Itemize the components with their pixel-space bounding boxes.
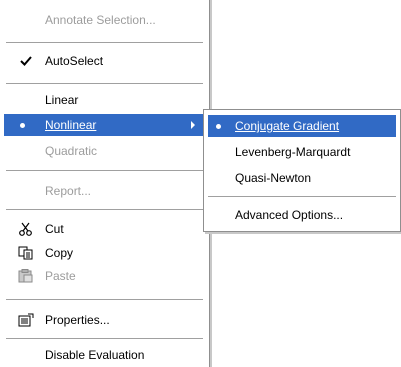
menu-separator — [6, 209, 203, 210]
menu-item-label: Cut — [45, 222, 64, 236]
menu-separator — [6, 170, 203, 171]
menu-item-cut[interactable]: Cut — [0, 218, 209, 240]
menu-separator — [208, 196, 396, 197]
menu-separator — [6, 42, 203, 43]
menu-item-label: Linear — [45, 93, 79, 107]
menu-item-label: Levenberg-Marquardt — [235, 145, 351, 159]
menu-item-label: Properties... — [45, 313, 110, 327]
menu-item-label: Conjugate Gradient — [235, 119, 340, 133]
menu-item-label: Nonlinear — [45, 118, 97, 132]
menu-item-quadratic[interactable]: Quadratic — [0, 140, 209, 162]
properties-icon — [18, 313, 34, 327]
bullet-icon — [216, 124, 221, 129]
menu-item-label: Quadratic — [45, 144, 98, 158]
menu-separator — [6, 299, 203, 300]
menu-item-autoselect[interactable]: AutoSelect — [0, 50, 209, 72]
bullet-icon — [20, 123, 25, 128]
menu-item-nonlinear[interactable]: Nonlinear — [4, 114, 205, 136]
check-icon — [20, 56, 32, 66]
menu-item-paste[interactable]: Paste — [0, 265, 209, 287]
submenu-item-levenberg-marquardt[interactable]: Levenberg-Marquardt — [204, 141, 400, 163]
menu-item-label: Copy — [45, 246, 74, 260]
menu-item-label: AutoSelect — [45, 54, 104, 68]
submenu-item-conjugate-gradient[interactable]: Conjugate Gradient — [208, 115, 396, 137]
menu-item-copy[interactable]: Copy — [0, 242, 209, 264]
paste-icon — [18, 269, 33, 283]
menu-item-disable-evaluation[interactable]: Disable Evaluation — [0, 344, 209, 366]
menu-item-annotate-selection[interactable]: Annotate Selection... — [0, 9, 209, 31]
context-menu: Annotate Selection... AutoSelect Linear … — [0, 0, 212, 367]
menu-separator — [6, 83, 203, 84]
menu-item-label: Quasi-Newton — [235, 171, 312, 185]
menu-item-properties[interactable]: Properties... — [0, 309, 209, 331]
menu-item-linear[interactable]: Linear — [0, 89, 209, 111]
menu-item-report[interactable]: Report... — [0, 180, 209, 202]
menu-item-label: Advanced Options... — [235, 208, 344, 222]
menu-item-label: Report... — [45, 184, 92, 198]
nonlinear-submenu: Conjugate Gradient Levenberg-Marquardt Q… — [203, 109, 401, 232]
scissors-icon — [19, 222, 32, 236]
copy-icon — [18, 246, 33, 260]
submenu-item-quasi-newton[interactable]: Quasi-Newton — [204, 167, 400, 189]
menu-item-label: Annotate Selection... — [45, 13, 156, 27]
submenu-item-advanced-options[interactable]: Advanced Options... — [204, 204, 400, 226]
submenu-arrow-icon — [191, 121, 195, 129]
menu-item-label: Disable Evaluation — [45, 348, 145, 362]
menu-item-label: Paste — [45, 269, 76, 283]
menu-separator — [6, 338, 203, 339]
